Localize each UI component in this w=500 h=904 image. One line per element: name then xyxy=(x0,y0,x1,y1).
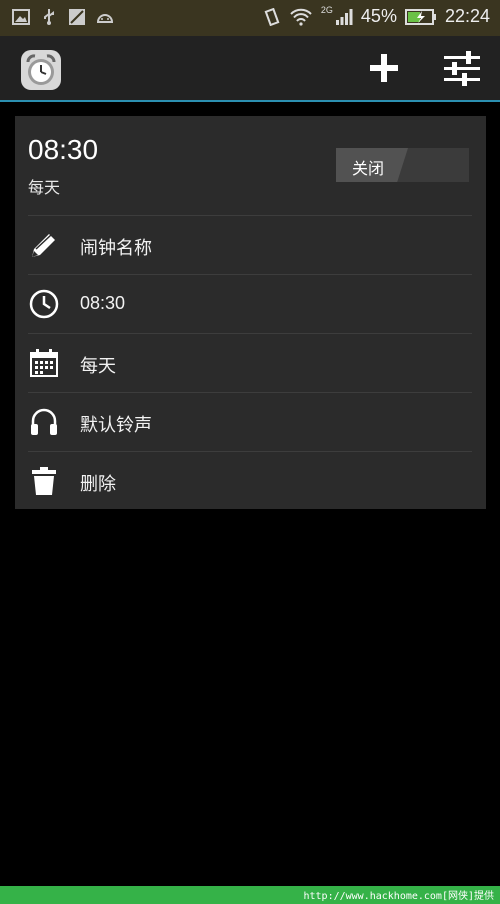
android-icon xyxy=(96,14,114,23)
row-label: 删除 xyxy=(80,474,116,495)
network-type: 2G xyxy=(320,4,333,15)
debug-icon xyxy=(69,9,85,25)
plus-icon[interactable] xyxy=(366,50,402,86)
row-label: 闹钟名称 xyxy=(80,238,152,259)
battery-percent: 45% xyxy=(360,6,397,26)
sliders-icon[interactable] xyxy=(442,50,482,86)
battery-charging-icon xyxy=(404,8,436,25)
app-bar xyxy=(0,36,500,102)
image-icon xyxy=(12,9,30,25)
watermark-text: http://www.hackhome.com[网侠]提供 xyxy=(303,891,494,902)
row-alarm-time[interactable]: 08:30 xyxy=(28,274,472,333)
alarm-card: 08:30 每天 关闭 闹钟名称 08:30 每天 默认铃声 删除 xyxy=(15,116,486,509)
wifi-icon xyxy=(290,8,312,26)
row-label: 默认铃声 xyxy=(80,415,152,436)
usb-icon xyxy=(44,9,54,25)
headphones-icon xyxy=(31,408,57,435)
alarm-toggle[interactable]: 关闭 xyxy=(336,148,469,182)
alarm-repeat: 每天 xyxy=(28,178,61,197)
pencil-icon xyxy=(32,234,55,257)
alarm-clock-icon[interactable] xyxy=(20,49,62,91)
status-clock: 22:24 xyxy=(444,6,490,26)
row-label: 每天 xyxy=(80,356,116,377)
trash-icon xyxy=(32,467,56,495)
watermark-bar: http://www.hackhome.com[网侠]提供 xyxy=(0,886,500,904)
row-alarm-name[interactable]: 闹钟名称 xyxy=(28,215,472,274)
status-bar: 2G 45% 22:24 xyxy=(0,0,500,36)
clock-icon xyxy=(29,289,59,319)
toggle-label: 关闭 xyxy=(352,159,385,178)
row-alarm-repeat[interactable]: 每天 xyxy=(28,333,472,392)
row-delete[interactable]: 删除 xyxy=(28,451,472,510)
calendar-icon xyxy=(30,349,58,377)
signal-icon xyxy=(335,8,353,25)
row-label: 08:30 xyxy=(80,293,126,313)
notification-icons xyxy=(12,8,114,26)
system-icons: 2G 45% 22:24 xyxy=(263,4,490,27)
vibrate-icon xyxy=(264,7,280,26)
row-alarm-ringtone[interactable]: 默认铃声 xyxy=(28,392,472,451)
alarm-time[interactable]: 08:30 xyxy=(28,134,98,166)
